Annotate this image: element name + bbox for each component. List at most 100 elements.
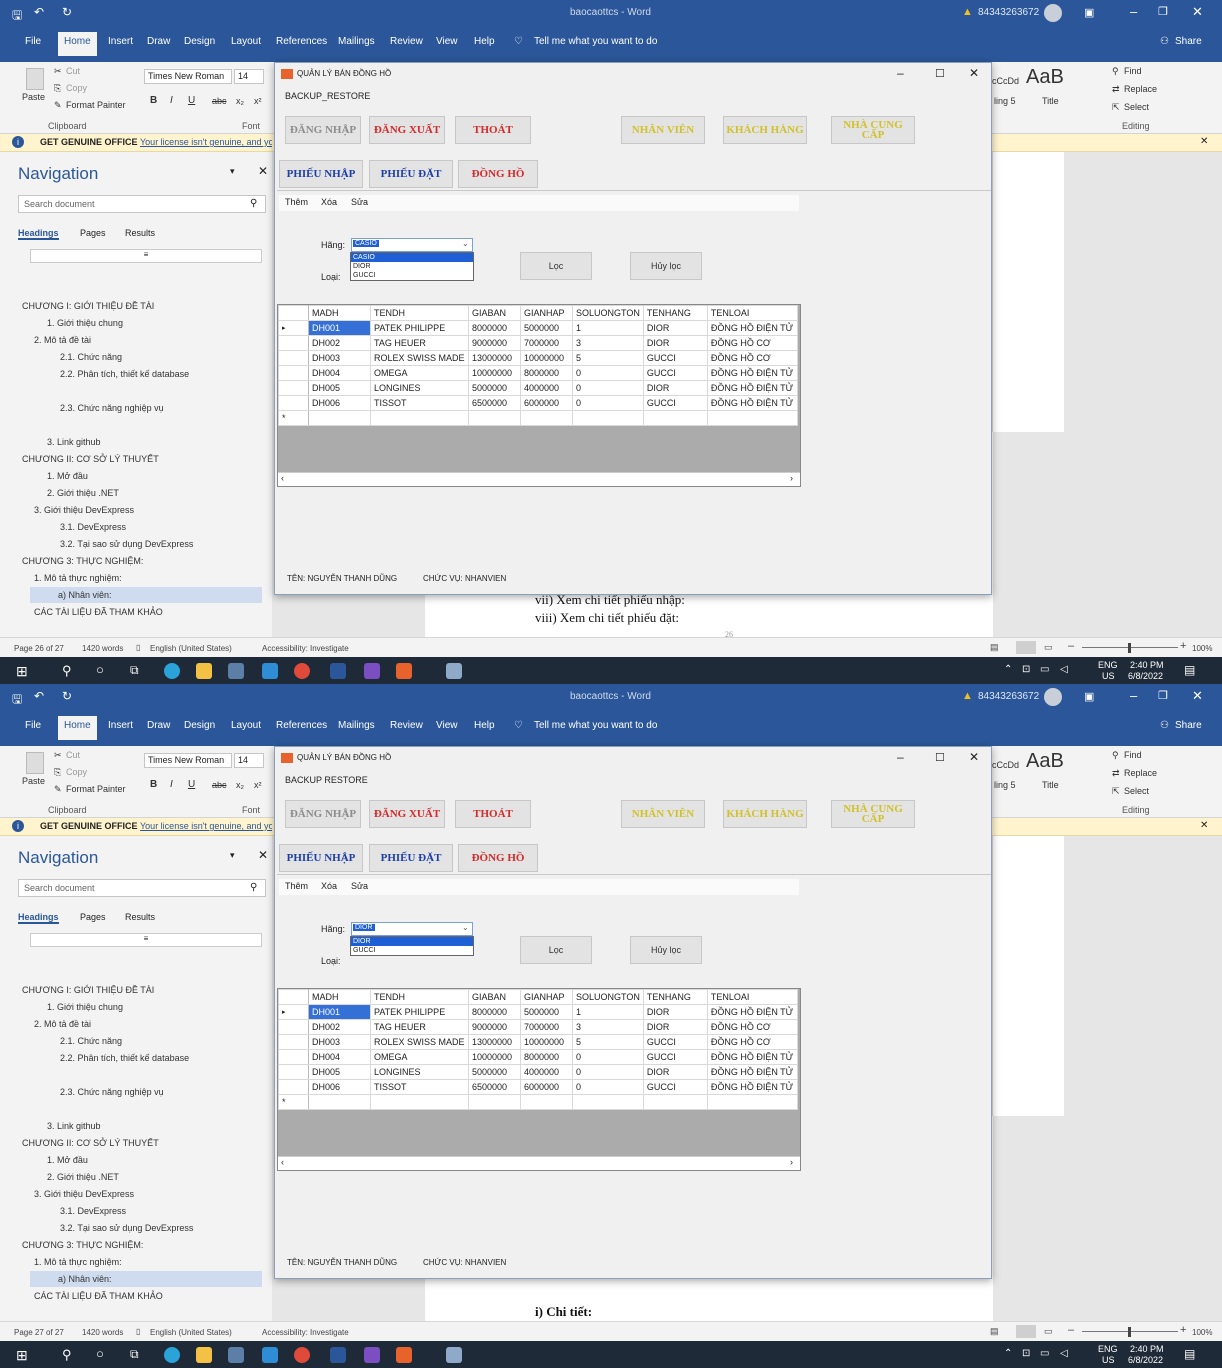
style-title-preview[interactable]: AaB — [1026, 750, 1064, 773]
tab-draw[interactable]: Draw — [147, 36, 170, 47]
copy-button[interactable]: Copy — [66, 83, 87, 93]
row-header[interactable] — [278, 1079, 309, 1095]
cortana-icon[interactable]: ○ — [96, 662, 104, 677]
nav-item[interactable]: CHƯƠNG II: CƠ SỞ LÝ THUYẾT — [22, 454, 159, 464]
table-cell[interactable]: ĐỒNG HỒ ĐIỆN TỬ — [706, 365, 798, 381]
column-header[interactable]: TENHANG — [642, 305, 708, 321]
table-cell[interactable]: 4000000 — [520, 380, 573, 396]
exit-button[interactable]: THOÁT — [455, 116, 531, 144]
app-minimize-icon[interactable]: – — [897, 750, 904, 764]
table-row[interactable]: DH006 TISSOT 6500000 6000000 0 GUCCI ĐỒNG HỒ Đ… — [278, 1079, 798, 1095]
volume-icon[interactable]: ◁ — [1060, 1348, 1068, 1359]
column-header[interactable]: TENLOAI — [706, 305, 798, 321]
font-size-box[interactable]: 14 — [234, 753, 264, 768]
table-cell[interactable]: ĐỒNG HỒ CƠ — [706, 335, 798, 351]
superscript-icon[interactable]: x² — [254, 96, 262, 106]
watch-data-grid[interactable]: MADH TENDH GIABAN GIANHAP SOLUONGTON TENHANG T… — [277, 988, 801, 1171]
nav-item[interactable]: CHƯƠNG II: CƠ SỞ LÝ THUYẾT — [22, 1138, 159, 1148]
clear-filter-button[interactable]: Hủy lọc — [630, 252, 702, 280]
share-icon[interactable]: ⚇ — [1160, 36, 1169, 47]
table-row[interactable]: DH004 OMEGA 10000000 8000000 0 GUCCI ĐỒNG HỒ Đ… — [278, 1049, 798, 1065]
nav-item[interactable]: 3. Giới thiệu DevExpress — [34, 1189, 134, 1199]
tab-review[interactable]: Review — [390, 720, 423, 731]
table-cell[interactable]: 5000000 — [520, 1004, 573, 1020]
nav-tab-headings[interactable]: Headings — [18, 912, 59, 924]
table-cell[interactable]: ĐỒNG HỒ ĐIỆN TỬ — [706, 1064, 798, 1080]
delete-button[interactable]: Xóa — [321, 197, 337, 207]
restore-icon[interactable]: ❐ — [1158, 689, 1168, 702]
table-cell[interactable]: PATEK PHILIPPE — [370, 320, 469, 336]
app-maximize-icon[interactable]: ☐ — [935, 67, 945, 80]
table-cell[interactable]: DH004 — [308, 1049, 371, 1065]
table-cell[interactable]: TISSOT — [370, 1079, 469, 1095]
tab-view[interactable]: View — [436, 36, 458, 47]
table-cell[interactable]: ĐỒNG HỒ CƠ — [706, 1019, 798, 1035]
tray-date[interactable]: 6/8/2022 — [1128, 671, 1163, 681]
nav-item[interactable]: 2. Giới thiệu .NET — [47, 488, 119, 498]
read-mode-icon[interactable]: ▤ — [990, 1326, 999, 1337]
minimize-icon[interactable]: – — [1130, 688, 1137, 703]
column-header[interactable]: MADH — [308, 989, 371, 1005]
nav-item[interactable]: 2.3. Chức năng nghiệp vụ — [60, 1087, 164, 1097]
strikethrough-icon[interactable]: abc — [212, 96, 227, 106]
table-cell[interactable]: LONGINES — [370, 380, 469, 396]
search-document-input[interactable]: Search document — [18, 195, 266, 213]
cut-button[interactable]: Cut — [66, 66, 80, 76]
underline-icon[interactable]: U — [188, 95, 195, 106]
clear-filter-button[interactable]: Hủy lọc — [630, 936, 702, 964]
select-button[interactable]: Select — [1124, 786, 1149, 796]
tab-draw[interactable]: Draw — [147, 720, 170, 731]
zoom-level[interactable]: 100% — [1192, 1328, 1212, 1337]
table-cell[interactable] — [468, 1094, 521, 1110]
table-cell[interactable]: DH005 — [308, 380, 371, 396]
customer-button[interactable]: KHÁCH HÀNG — [723, 116, 807, 144]
tray-region[interactable]: US — [1102, 671, 1115, 681]
subscript-icon[interactable]: x₂ — [236, 96, 244, 106]
table-cell[interactable]: TAG HEUER — [370, 1019, 469, 1035]
find-button[interactable]: Find — [1124, 750, 1142, 760]
nav-tab-results[interactable]: Results — [125, 912, 155, 922]
search-icon[interactable]: ⚲ — [250, 198, 257, 209]
tab-insert[interactable]: Insert — [108, 36, 133, 47]
column-header[interactable]: GIABAN — [468, 989, 521, 1005]
table-row[interactable]: DH002 TAG HEUER 9000000 7000000 3 DIOR ĐỒNG HỒ… — [278, 335, 798, 351]
nav-item[interactable]: 1. Mở đầu — [47, 1155, 88, 1165]
watch-data-grid[interactable]: MADH TENDH GIABAN GIANHAP SOLUONGTON TENHANG T… — [277, 304, 801, 487]
tab-help[interactable]: Help — [474, 36, 495, 47]
visual-studio-icon[interactable] — [364, 1347, 380, 1363]
strikethrough-icon[interactable]: abc — [212, 780, 227, 790]
table-cell[interactable]: 8000000 — [468, 1004, 521, 1020]
file-explorer-icon[interactable] — [196, 663, 212, 679]
app-close-icon[interactable]: ✕ — [969, 750, 979, 764]
table-cell[interactable]: 6500000 — [468, 395, 521, 411]
table-row[interactable]: DH003 ROLEX SWISS MADE 13000000 10000000 5 GU… — [278, 350, 798, 366]
paste-button[interactable]: Paste — [22, 92, 45, 102]
table-cell[interactable] — [468, 410, 521, 426]
table-cell[interactable]: 3 — [572, 1019, 644, 1035]
web-layout-icon[interactable]: ▭ — [1044, 642, 1053, 653]
tab-insert[interactable]: Insert — [108, 720, 133, 731]
italic-icon[interactable]: I — [170, 779, 173, 790]
zoom-in-icon[interactable]: + — [1180, 1324, 1186, 1336]
accessibility-status[interactable]: Accessibility: Investigate — [262, 644, 349, 653]
app-minimize-icon[interactable]: – — [897, 66, 904, 80]
zoom-out-icon[interactable]: – — [1068, 1324, 1074, 1336]
nav-tab-pages[interactable]: Pages — [80, 912, 106, 922]
style-heading5[interactable]: ling 5 — [994, 780, 1016, 790]
row-header[interactable] — [278, 1034, 309, 1050]
watch-button[interactable]: ĐỒNG HỒ — [458, 844, 538, 872]
table-cell[interactable]: 0 — [572, 1079, 644, 1095]
row-header[interactable]: ▸ — [278, 320, 309, 336]
logout-button[interactable]: ĐĂNG XUẤT — [369, 116, 445, 144]
table-row[interactable]: DH006 TISSOT 6500000 6000000 0 GUCCI ĐỒNG HỒ Đ… — [278, 395, 798, 411]
tray-date[interactable]: 6/8/2022 — [1128, 1355, 1163, 1365]
copy-button[interactable]: Copy — [66, 767, 87, 777]
save-icon[interactable]: 🖫 — [12, 6, 22, 27]
table-cell[interactable]: 0 — [572, 1064, 644, 1080]
tell-me-box[interactable]: Tell me what you want to do — [534, 36, 657, 47]
table-cell[interactable]: ĐỒNG HỒ ĐIỆN TỬ — [706, 380, 798, 396]
proofing-icon[interactable]: ▯ — [136, 643, 140, 652]
row-header[interactable] — [278, 395, 309, 411]
brand-option[interactable]: GUCCI — [351, 271, 473, 280]
notification-icon[interactable]: ▤ — [1184, 663, 1195, 677]
